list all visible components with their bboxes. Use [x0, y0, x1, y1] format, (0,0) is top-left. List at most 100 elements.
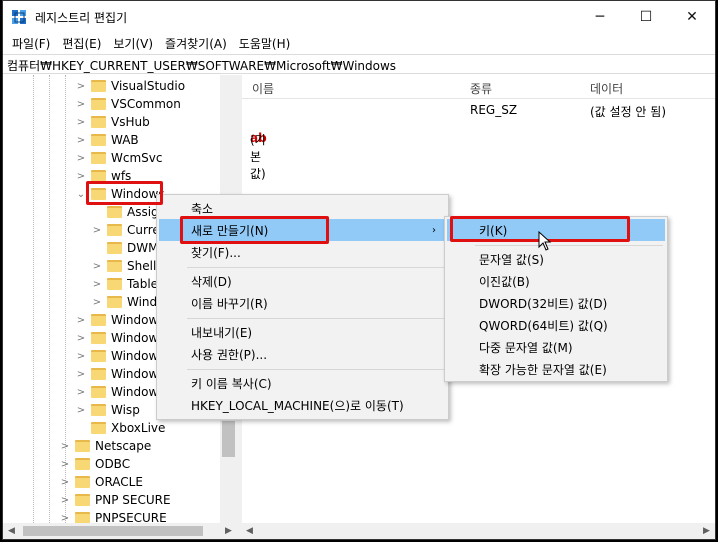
value-type: REG_SZ: [470, 103, 518, 117]
chevron-right-icon[interactable]: >: [75, 99, 87, 110]
tree-item[interactable]: > Curre: [91, 221, 160, 239]
tree-scroll-thumb[interactable]: [222, 421, 235, 457]
tree-item[interactable]: > Windows: [75, 347, 165, 365]
folder-icon: [91, 368, 106, 380]
tree-item[interactable]: > ODBC: [59, 455, 130, 473]
chevron-right-icon[interactable]: >: [59, 477, 71, 488]
tree-item[interactable]: > Windows: [75, 311, 165, 329]
submenu-item-dword-value[interactable]: DWORD(32비트) 값(D): [447, 292, 665, 314]
chevron-down-icon[interactable]: ⌄: [75, 189, 87, 200]
menu-item-collapse[interactable]: 축소: [159, 197, 446, 219]
chevron-right-icon[interactable]: >: [75, 315, 87, 326]
chevron-right-icon[interactable]: >: [59, 495, 71, 506]
chevron-right-icon[interactable]: >: [91, 261, 103, 272]
tree-item[interactable]: > ORACLE: [59, 473, 143, 491]
close-icon: ✕: [686, 9, 698, 25]
submenu-item-string-value[interactable]: 문자열 값(S): [447, 248, 665, 270]
folder-icon: [91, 170, 106, 182]
submenu-item-binary-value[interactable]: 이진값(B): [447, 270, 665, 292]
folder-icon: [91, 386, 106, 398]
chevron-right-icon[interactable]: >: [75, 369, 87, 380]
tree-item[interactable]: > VsHub: [75, 113, 150, 131]
column-header-data[interactable]: 데이터: [590, 80, 623, 97]
tree-item[interactable]: > Windows: [75, 383, 165, 401]
scroll-left-icon[interactable]: ◀: [8, 526, 15, 536]
tree-item[interactable]: Assign: [91, 203, 166, 221]
chevron-right-icon[interactable]: >: [75, 333, 87, 344]
chevron-right-icon[interactable]: >: [91, 279, 103, 290]
tree-item[interactable]: > PNPSECURE: [59, 509, 167, 523]
tree-item[interactable]: DWM: [91, 239, 158, 257]
submenu-item-expandable-string-value[interactable]: 확장 가능한 문자열 값(E): [447, 358, 665, 380]
value-data: (값 설정 안 됨): [590, 105, 667, 119]
chevron-right-icon[interactable]: >: [75, 351, 87, 362]
tree-hscroll-thumb[interactable]: [23, 526, 203, 536]
chevron-right-icon[interactable]: >: [75, 153, 87, 164]
submenu-item-qword-value[interactable]: QWORD(64비트) 값(Q): [447, 314, 665, 336]
menu-item-goto-hklm[interactable]: HKEY_LOCAL_MACHINE(으)로 이동(T): [159, 394, 446, 416]
tree-item[interactable]: > VSCommon: [75, 95, 181, 113]
tree-item[interactable]: > WcmSvc: [75, 149, 163, 167]
tree-item[interactable]: > Tablet: [91, 275, 163, 293]
menu-item-label: 새로 만들기(N): [191, 223, 269, 238]
chevron-right-icon[interactable]: >: [75, 117, 87, 128]
submenu-item-multi-string-value[interactable]: 다중 문자열 값(M): [447, 336, 665, 358]
tree-item[interactable]: > wfs: [75, 167, 132, 185]
menu-item-permissions[interactable]: 사용 권한(P)...: [159, 343, 446, 365]
tree-item[interactable]: > Wisp: [75, 401, 140, 419]
tree-item[interactable]: > PNP SECURE: [59, 491, 171, 509]
chevron-right-icon[interactable]: >: [59, 513, 71, 524]
tree-item[interactable]: > Shell: [91, 257, 156, 275]
chevron-right-icon[interactable]: >: [59, 441, 71, 452]
menu-item-export[interactable]: 내보내기(E): [159, 321, 446, 343]
menu-view[interactable]: 보기(V): [107, 33, 159, 53]
menu-item-copy-key-name[interactable]: 키 이름 복사(C): [159, 372, 446, 394]
list-horizontal-scrollbar[interactable]: [242, 523, 715, 539]
menu-item-label: 사용 권한(P)...: [191, 347, 268, 362]
close-button[interactable]: ✕: [669, 1, 715, 33]
menu-item-label: 문자열 값(S): [479, 252, 544, 267]
folder-icon: [91, 332, 106, 344]
list-header: 이름 종류 데이터: [242, 75, 715, 99]
tree-item-windows-selected[interactable]: ⌄ Windows: [75, 185, 165, 203]
chevron-right-icon[interactable]: >: [75, 387, 87, 398]
tree-item[interactable]: > Windo: [91, 293, 165, 311]
menu-help[interactable]: 도움말(H): [233, 33, 297, 53]
tree-item[interactable]: > Windows: [75, 365, 165, 383]
submenu-item-key[interactable]: 키(K): [447, 219, 665, 241]
scroll-left-icon[interactable]: ◀: [246, 526, 253, 536]
menu-item-rename[interactable]: 이름 바꾸기(R): [159, 292, 446, 314]
tree-item[interactable]: > VisualStudio: [75, 77, 185, 95]
menu-item-delete[interactable]: 삭제(D): [159, 270, 446, 292]
menu-file[interactable]: 파일(F): [6, 33, 56, 53]
menu-item-find[interactable]: 찾기(F)...: [159, 241, 446, 263]
chevron-right-icon[interactable]: >: [91, 225, 103, 236]
tree-item-label: Shell: [127, 259, 157, 273]
chevron-right-icon[interactable]: >: [59, 459, 71, 470]
menu-item-new[interactable]: 새로 만들기(N) ›: [159, 219, 446, 241]
column-header-name[interactable]: 이름: [252, 80, 274, 97]
tree-item[interactable]: > Netscape: [59, 437, 151, 455]
chevron-right-icon[interactable]: >: [91, 297, 103, 308]
menu-item-label: 축소: [191, 201, 214, 216]
menu-edit[interactable]: 편집(E): [56, 33, 107, 53]
chevron-right-icon[interactable]: >: [75, 135, 87, 146]
menu-bar: 파일(F) 편집(E) 보기(V) 즐겨찾기(A) 도움말(H): [3, 33, 715, 53]
minimize-button[interactable]: ─: [577, 1, 623, 33]
column-header-type[interactable]: 종류: [470, 80, 492, 97]
chevron-right-icon[interactable]: >: [75, 171, 87, 182]
scroll-right-icon[interactable]: ▶: [225, 526, 232, 536]
tree-item-label: XboxLive: [111, 421, 166, 435]
menu-item-label: QWORD(64비트) 값(Q): [479, 318, 608, 333]
tree-item-label: ORACLE: [95, 475, 143, 489]
chevron-right-icon[interactable]: >: [75, 81, 87, 92]
chevron-right-icon[interactable]: >: [75, 405, 87, 416]
tree-item[interactable]: XboxLive: [75, 419, 165, 437]
context-menu: 축소 새로 만들기(N) › 찾기(F)... 삭제(D) 이름 바꾸기(R) 내…: [156, 194, 449, 420]
tree-item[interactable]: > Windows: [75, 329, 165, 347]
tree-item[interactable]: > WAB: [75, 131, 139, 149]
scroll-right-icon[interactable]: ▶: [703, 526, 710, 536]
menu-favorites[interactable]: 즐겨찾기(A): [159, 33, 233, 53]
address-bar[interactable]: 컴퓨터₩HKEY_CURRENT_USER₩SOFTWARE₩Microsoft…: [3, 54, 715, 74]
maximize-button[interactable]: ☐: [623, 1, 669, 33]
